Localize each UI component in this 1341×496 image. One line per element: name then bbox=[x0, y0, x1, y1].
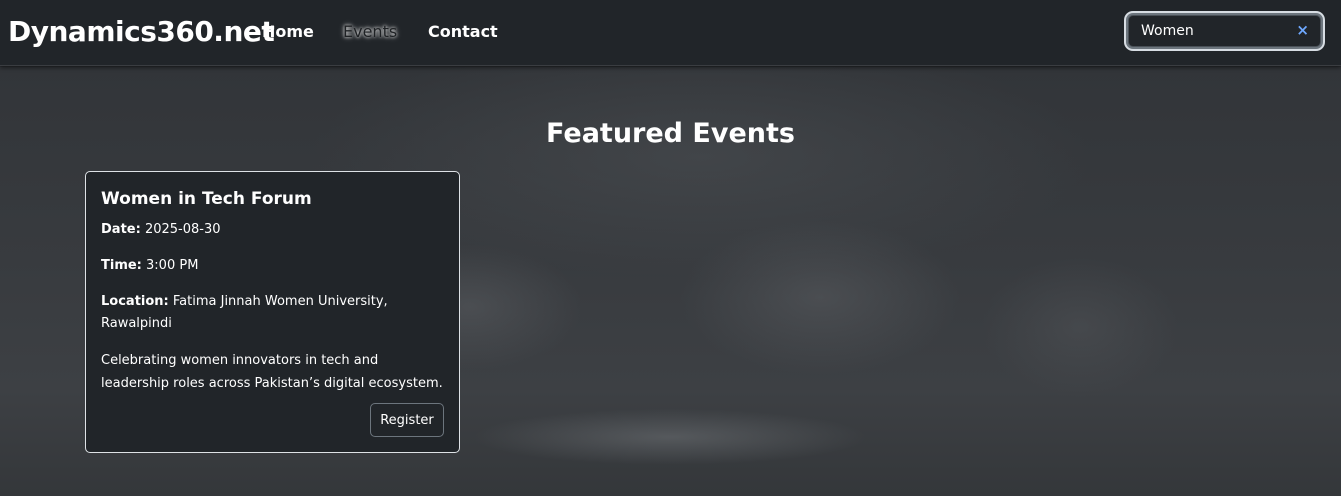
search-input[interactable] bbox=[1128, 15, 1321, 47]
nav-link-contact[interactable]: Contact bbox=[428, 22, 498, 42]
page-title: Featured Events bbox=[546, 118, 795, 149]
search-box: × bbox=[1126, 13, 1323, 49]
event-time: Time: 3:00 PM bbox=[101, 255, 444, 277]
event-date: Date: 2025-08-30 bbox=[101, 219, 444, 241]
event-time-label: Time: bbox=[101, 258, 142, 273]
nav-link-events[interactable]: Events bbox=[343, 22, 397, 42]
event-location: Location: Fatima Jinnah Women University… bbox=[101, 291, 444, 335]
event-card: Women in Tech Forum Date: 2025-08-30 Tim… bbox=[85, 171, 460, 453]
clear-search-icon[interactable]: × bbox=[1296, 20, 1309, 40]
event-time-value: 3:00 PM bbox=[146, 258, 199, 273]
event-location-label: Location: bbox=[101, 294, 169, 309]
event-title: Women in Tech Forum bbox=[101, 189, 312, 209]
brand-logo[interactable]: Dynamics360.net bbox=[8, 14, 275, 50]
register-button[interactable]: Register bbox=[370, 403, 444, 437]
top-navbar: Dynamics360.net Home Events Contact × bbox=[0, 0, 1341, 66]
nav-link-home[interactable]: Home bbox=[262, 22, 314, 42]
event-description: Celebrating women innovators in tech and… bbox=[101, 353, 443, 391]
event-date-label: Date: bbox=[101, 222, 141, 237]
event-date-value: 2025-08-30 bbox=[144, 222, 221, 237]
